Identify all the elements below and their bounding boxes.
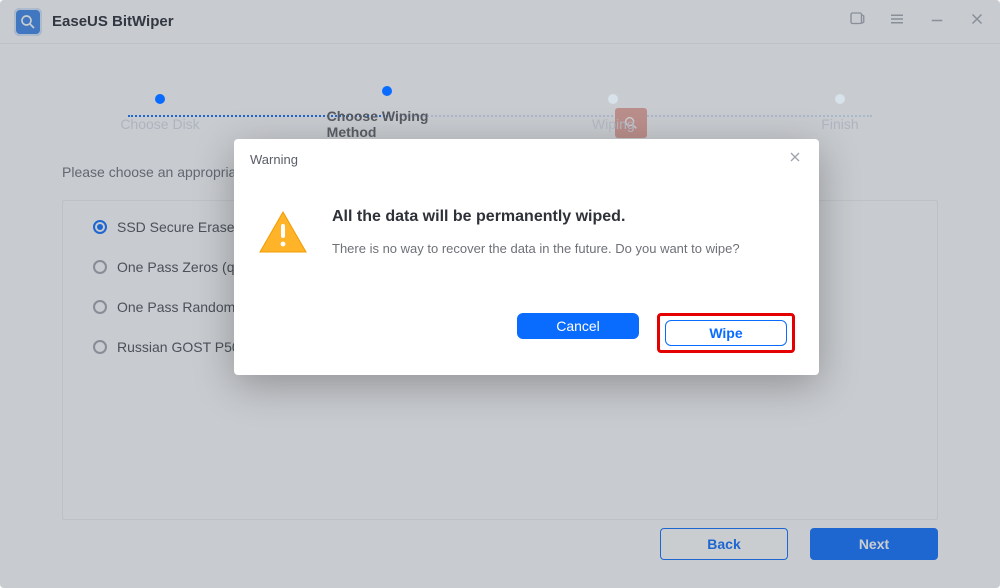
step-dot-4: [835, 94, 845, 104]
step-label-2: Choose Wiping Method: [327, 108, 447, 140]
wipe-button[interactable]: Wipe: [665, 320, 787, 346]
step-dot-2: [382, 86, 392, 96]
dialog-title: Warning: [250, 152, 298, 167]
warning-icon: [258, 208, 308, 263]
warning-dialog: Warning All the data will be permanently…: [234, 139, 819, 375]
step-label-3: Wiping: [592, 116, 635, 132]
step-dot-3: [608, 94, 618, 104]
cancel-button[interactable]: Cancel: [517, 313, 639, 339]
step-dot-1: [155, 94, 165, 104]
step-label-1: Choose Disk: [120, 116, 199, 132]
step-label-4: Finish: [821, 116, 858, 132]
wipe-highlight: Wipe: [657, 313, 795, 353]
dialog-heading: All the data will be permanently wiped.: [332, 208, 740, 226]
dialog-close-icon[interactable]: [787, 149, 803, 170]
main-window: EaseUS BitWiper Choose Disk Choose Wipin…: [0, 0, 1000, 588]
dialog-message: There is no way to recover the data in t…: [332, 240, 740, 258]
